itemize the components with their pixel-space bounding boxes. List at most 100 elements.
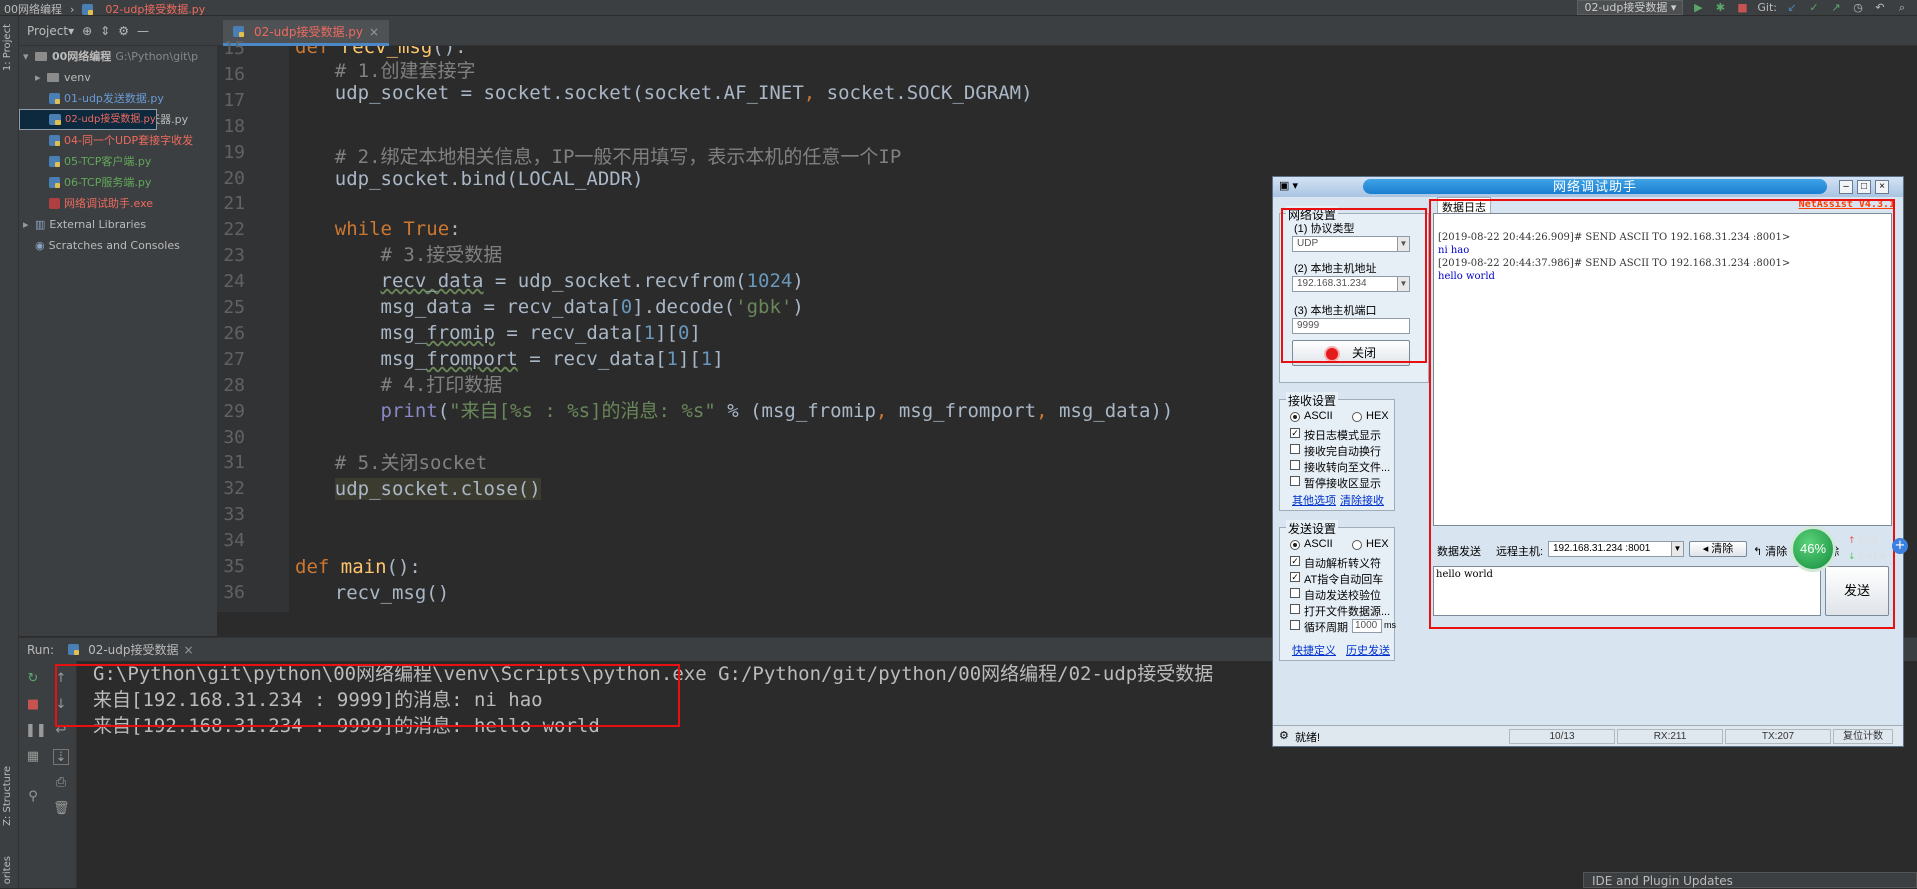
breadcrumb-file[interactable]: 02-udp接受数据.py <box>105 1 205 17</box>
status-icon: ⚙ <box>1279 730 1289 742</box>
app-icon[interactable]: ▣ ▾ <box>1279 179 1298 192</box>
stop-icon[interactable]: ■ <box>1735 1 1749 15</box>
trash-icon[interactable]: 🗑 <box>53 801 70 817</box>
send-option-checkbox[interactable] <box>1290 620 1300 630</box>
tree-item[interactable]: 05-TCP客户端.py <box>19 151 217 172</box>
send-option-checkbox[interactable]: ✓ <box>1290 572 1300 582</box>
tree-item[interactable]: 06-TCP服务端.py <box>19 172 217 193</box>
upload-speed: ↑ 0K/s <box>1848 536 1878 546</box>
scroll-to-end-icon[interactable]: ⇣ <box>53 749 69 765</box>
layout-icon[interactable]: ▦ <box>25 749 41 765</box>
tree-external-libraries[interactable]: ▸ ▥ External Libraries <box>19 214 217 235</box>
scratches-icon: ◉ <box>35 239 45 252</box>
send-option-label: 自动解析转义符 <box>1304 558 1381 570</box>
editor-tab-active[interactable]: 02-udp接受数据.py × <box>223 20 390 46</box>
tree-item[interactable]: 01-udp发送数据.py <box>19 88 217 109</box>
reset-counter-button[interactable]: 复位计数 <box>1833 729 1893 744</box>
cycle-input[interactable]: 1000 <box>1352 619 1382 633</box>
line-number: 33 <box>223 504 245 526</box>
library-icon: ▥ <box>35 218 46 231</box>
send-hex-radio[interactable] <box>1352 540 1362 550</box>
git-push-icon[interactable]: ↗ <box>1829 1 1843 15</box>
recv-option-checkbox[interactable]: ✓ <box>1290 428 1300 438</box>
tree-scratches[interactable]: ◉ Scratches and Consoles <box>19 235 217 256</box>
project-tool-tab[interactable]: 1: Project <box>2 24 13 71</box>
python-file-icon <box>49 156 60 167</box>
stop-icon[interactable]: ■ <box>25 697 41 713</box>
project-view-select[interactable]: Project▾ <box>27 24 74 38</box>
folder-icon <box>47 73 59 82</box>
history-link[interactable]: 历史发送 <box>1346 642 1390 658</box>
recv-option-checkbox[interactable] <box>1290 476 1300 486</box>
recv-option-label: 接收完自动换行 <box>1304 446 1381 458</box>
code-line: msg_data = recv_data[0].decode('gbk') <box>289 296 804 318</box>
recv-option-checkbox[interactable] <box>1290 444 1300 454</box>
collapse-icon[interactable]: ⇕ <box>100 24 110 38</box>
send-option-checkbox[interactable]: ✓ <box>1290 556 1300 566</box>
close-icon[interactable]: × <box>184 643 194 657</box>
plus-icon[interactable]: + <box>1892 538 1908 554</box>
line-number: 35 <box>223 556 245 577</box>
git-update-icon[interactable]: ↙ <box>1785 1 1799 15</box>
recv-option-label: 接收转向至文件... <box>1304 462 1391 474</box>
run-tab[interactable]: 02-udp接受数据 × <box>68 641 194 658</box>
locate-icon[interactable]: ⊕ <box>82 24 92 38</box>
send-option-checkbox[interactable] <box>1290 604 1300 614</box>
close-icon[interactable]: × <box>369 25 379 39</box>
run-config-select[interactable]: 02-udp接受数据 ▾ <box>1577 0 1684 15</box>
other-options-link[interactable]: 其他选项 <box>1292 492 1336 508</box>
cycle-unit: ms <box>1384 620 1396 630</box>
rerun-icon[interactable]: ↻ <box>25 671 41 687</box>
tree-item[interactable]: ▸ venv <box>19 67 217 88</box>
send-ascii-radio[interactable] <box>1290 540 1300 550</box>
close-icon[interactable]: × <box>1875 180 1889 194</box>
gear-icon[interactable]: ⚙ <box>118 24 129 38</box>
code-line: msg_fromport = recv_data[1][1] <box>289 348 724 370</box>
run-label: Run: <box>27 642 55 657</box>
search-icon[interactable]: ⌕ <box>1895 1 1909 15</box>
tree-scratches-label: Scratches and Consoles <box>48 239 180 252</box>
update-notification[interactable]: IDE and Plugin Updates <box>1583 872 1917 888</box>
recv-option-checkbox[interactable] <box>1290 460 1300 470</box>
tree-item[interactable]: 网络调试助手.exe <box>19 193 217 214</box>
ascii-radio[interactable] <box>1290 412 1300 422</box>
code-line: udp_socket = socket.socket(socket.AF_INE… <box>289 82 1033 104</box>
maximize-icon[interactable]: □ <box>1857 180 1871 194</box>
rollback-icon[interactable]: ↶ <box>1873 1 1887 15</box>
tree-item-label: 01-udp发送数据.py <box>64 92 164 105</box>
send-hex-label: HEX <box>1366 538 1389 550</box>
line-number: 19 <box>223 141 245 163</box>
structure-tool-tab[interactable]: Z: Structure <box>2 766 13 826</box>
send-option-label: AT指令自动回车 <box>1304 574 1384 586</box>
hide-icon[interactable]: — <box>137 24 149 38</box>
git-commit-icon[interactable]: ✓ <box>1807 1 1821 15</box>
tree-item[interactable]: 04-同一个UDP套接字收发 <box>19 130 217 151</box>
project-tree: ▾ 00网络编程 G:\Python\git\p ▸ venv 01-udp发送数据… <box>19 46 217 256</box>
code-line: # 5.关闭socket <box>334 452 488 474</box>
hex-radio[interactable] <box>1352 412 1362 422</box>
tree-item[interactable]: 02-udp接受数据.py <box>19 109 157 130</box>
history-icon[interactable]: ◷ <box>1851 1 1865 15</box>
tree-external-label: External Libraries <box>49 218 147 231</box>
pause-icon[interactable]: ❚❚ <box>25 723 47 739</box>
run-icon[interactable]: ▶ <box>1691 1 1705 15</box>
network-speed-widget[interactable]: 46% ↑ 0K/s ↓ 2.4K/s + <box>1790 526 1908 572</box>
send-option-checkbox[interactable] <box>1290 588 1300 598</box>
tree-item-label: 04-同一个UDP套接字收发 <box>64 134 194 147</box>
favorites-tool-tab[interactable]: orites <box>2 856 13 884</box>
tree-root-path: G:\Python\git\p <box>115 50 199 63</box>
pin-icon[interactable]: ⚲ <box>25 789 41 805</box>
left-tool-stripe: 1: Project Z: Structure orites <box>0 16 19 888</box>
tree-root[interactable]: ▾ 00网络编程 G:\Python\git\p <box>19 46 217 67</box>
debug-icon[interactable]: ✱ <box>1713 1 1727 15</box>
breadcrumb-project[interactable]: 00网络编程 <box>4 1 62 17</box>
clear-recv-link[interactable]: 清除接收 <box>1340 492 1384 508</box>
shortcut-link[interactable]: 快捷定义 <box>1292 642 1336 658</box>
minimize-icon[interactable]: – <box>1839 180 1853 194</box>
code-line: while True: <box>334 218 461 240</box>
line-number: 29 <box>223 400 245 422</box>
highlight-box <box>1281 208 1427 363</box>
print-icon[interactable]: ⎙ <box>53 775 69 791</box>
tree-item-label: 02-udp接受数据.py <box>65 114 156 125</box>
python-file-icon <box>49 135 60 146</box>
